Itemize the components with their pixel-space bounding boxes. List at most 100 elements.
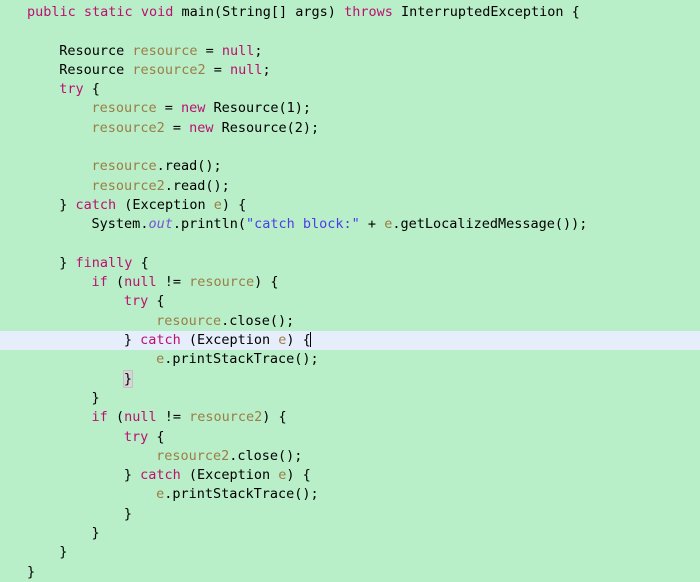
code-token: finally bbox=[75, 254, 133, 271]
code-line-content: if (null != resource2) { bbox=[92, 409, 287, 425]
code-line[interactable]: resource2.read(); bbox=[0, 177, 700, 196]
code-line[interactable]: resource = new Resource(1); bbox=[0, 99, 700, 118]
code-line[interactable]: public static void main(String[] args) t… bbox=[0, 3, 700, 22]
code-line[interactable]: resource2.close(); bbox=[0, 447, 700, 466]
code-token: .printStackTrace(); bbox=[164, 351, 319, 368]
code-token: Resource(2); bbox=[213, 119, 320, 136]
code-token: ; bbox=[262, 61, 271, 78]
code-line-content: } bbox=[124, 506, 132, 522]
code-line[interactable]: } bbox=[0, 543, 700, 562]
code-token: { bbox=[132, 254, 149, 271]
code-line[interactable]: try { bbox=[0, 292, 700, 311]
code-token: resource2 bbox=[91, 119, 165, 136]
code-line[interactable]: try { bbox=[0, 428, 700, 447]
code-token: = bbox=[197, 42, 222, 59]
code-token: e bbox=[213, 196, 222, 213]
code-line[interactable]: System.out.println("catch block:" + e.ge… bbox=[0, 215, 700, 234]
code-line[interactable] bbox=[0, 22, 700, 41]
code-token: null bbox=[221, 42, 255, 59]
code-line[interactable]: } catch (Exception e) { bbox=[0, 331, 700, 351]
code-line[interactable] bbox=[0, 235, 700, 254]
code-line[interactable]: try { bbox=[0, 80, 700, 99]
code-token: .read(); bbox=[156, 158, 222, 175]
code-token: ( bbox=[107, 274, 125, 291]
code-line[interactable]: if (null != resource2) { bbox=[0, 408, 700, 427]
code-line-content: } bbox=[92, 525, 100, 541]
code-token: .close(); bbox=[221, 312, 295, 329]
code-line-content: resource2 = new Resource(2); bbox=[92, 120, 320, 136]
code-token: .read(); bbox=[164, 177, 230, 194]
code-line-content: Resource resource2 = null; bbox=[59, 62, 270, 78]
code-line[interactable]: } bbox=[0, 563, 700, 582]
code-token: null bbox=[229, 61, 263, 78]
code-token: } bbox=[123, 467, 141, 484]
code-line[interactable]: } catch (Exception e) { bbox=[0, 466, 700, 485]
code-line[interactable]: } bbox=[0, 389, 700, 408]
code-token: throws bbox=[344, 4, 393, 20]
code-line[interactable]: e.printStackTrace(); bbox=[0, 350, 700, 369]
code-token: Resource(1); bbox=[205, 100, 312, 117]
code-token: catch bbox=[75, 196, 117, 213]
code-line-content: if (null != resource) { bbox=[92, 274, 279, 290]
code-line-content: e.printStackTrace(); bbox=[156, 486, 319, 502]
code-token: if bbox=[91, 409, 108, 426]
code-token: { bbox=[148, 428, 165, 445]
code-line[interactable] bbox=[0, 138, 700, 157]
code-token: ) { bbox=[221, 196, 247, 213]
code-token: { bbox=[83, 81, 100, 98]
code-token: static bbox=[83, 4, 133, 20]
code-token: } bbox=[59, 196, 76, 213]
code-line-content: } bbox=[92, 390, 100, 406]
code-token: resource2 bbox=[91, 177, 165, 194]
code-token: .println( bbox=[172, 216, 246, 233]
code-token: } bbox=[91, 389, 100, 406]
code-token: .close(); bbox=[229, 447, 303, 464]
code-line-content: System.out.println("catch block:" + e.ge… bbox=[92, 216, 588, 232]
code-line-content: } catch (Exception e) { bbox=[59, 197, 246, 213]
code-token: = bbox=[164, 119, 190, 136]
code-line[interactable]: resource.read(); bbox=[0, 157, 700, 176]
code-line[interactable]: } finally { bbox=[0, 254, 700, 273]
code-line-content: resource.close(); bbox=[156, 313, 294, 329]
code-token: new bbox=[189, 119, 214, 136]
code-line-content: resource2.close(); bbox=[156, 448, 302, 464]
code-token: = bbox=[205, 61, 230, 78]
code-line[interactable]: if (null != resource) { bbox=[0, 273, 700, 292]
code-token: = bbox=[156, 100, 181, 117]
code-token: resource2 bbox=[132, 61, 206, 78]
code-token: } bbox=[123, 332, 141, 349]
code-token: resource bbox=[91, 100, 157, 117]
code-token: InterruptedException { bbox=[400, 4, 580, 20]
code-token: } bbox=[59, 544, 68, 561]
code-token: System. bbox=[91, 216, 149, 233]
code-token: ; bbox=[254, 42, 263, 59]
code-line[interactable]: Resource resource2 = null; bbox=[0, 61, 700, 80]
code-token: out bbox=[148, 216, 173, 233]
code-line-content: Resource resource = null; bbox=[59, 43, 262, 59]
code-token: } bbox=[27, 563, 36, 580]
code-token: Resource bbox=[59, 42, 133, 59]
code-token: try bbox=[123, 428, 149, 445]
code-line[interactable]: e.printStackTrace(); bbox=[0, 485, 700, 504]
code-token: resource bbox=[91, 158, 157, 175]
code-token: resource2 bbox=[189, 409, 263, 426]
code-line[interactable]: resource2 = new Resource(2); bbox=[0, 119, 700, 138]
code-token: + bbox=[359, 216, 385, 233]
code-editor[interactable]: public static void main(String[] args) t… bbox=[0, 0, 700, 580]
code-token: (Exception bbox=[116, 196, 214, 213]
code-line[interactable]: } bbox=[0, 505, 700, 524]
code-line[interactable]: } catch (Exception e) { bbox=[0, 196, 700, 215]
code-token: null bbox=[124, 409, 157, 426]
code-token: ) { bbox=[262, 409, 287, 426]
code-token: resource bbox=[156, 312, 222, 329]
code-line[interactable]: } bbox=[0, 369, 700, 389]
code-token: null bbox=[124, 274, 157, 291]
code-token: (Exception bbox=[180, 332, 279, 349]
code-line[interactable]: resource.close(); bbox=[0, 312, 700, 331]
code-line[interactable]: } bbox=[0, 524, 700, 543]
code-line[interactable]: Resource resource = null; bbox=[0, 42, 700, 61]
